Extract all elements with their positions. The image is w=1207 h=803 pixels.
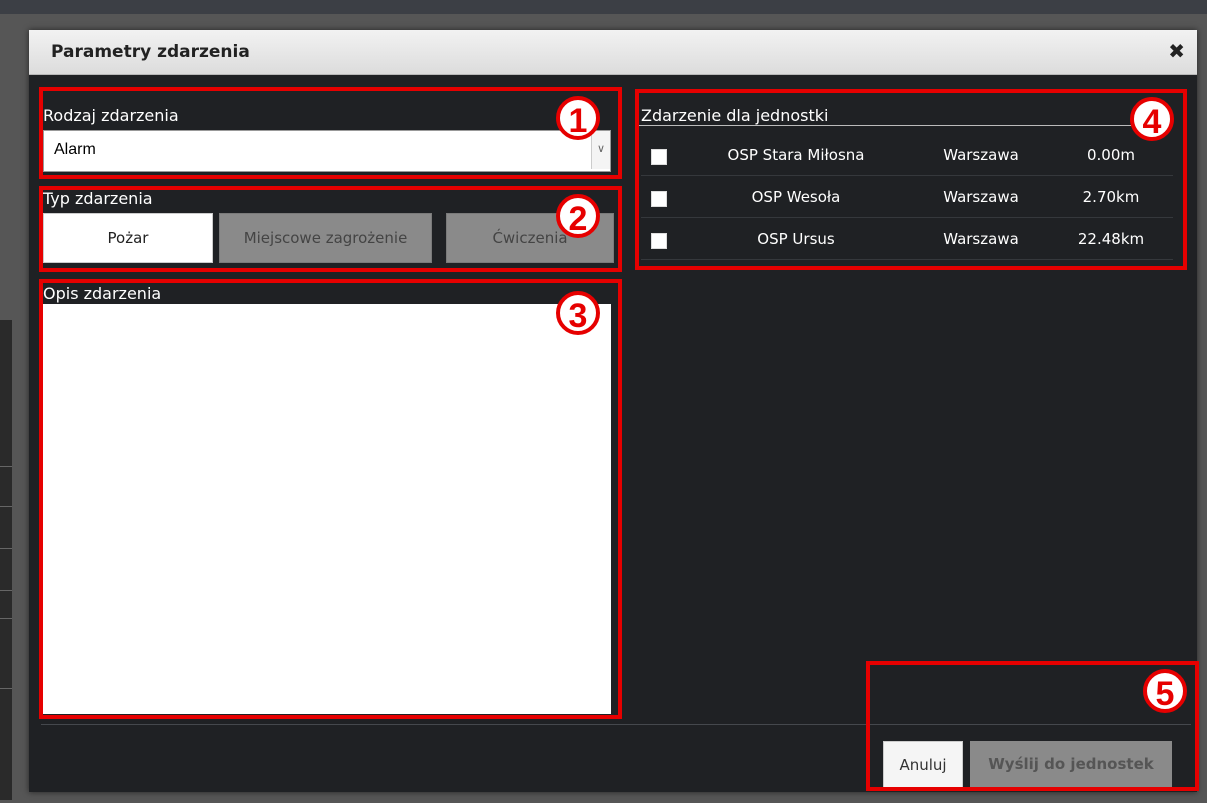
dialog-titlebar: Parametry zdarzenia ✖ [29, 30, 1197, 75]
close-icon[interactable]: ✖ [1168, 38, 1185, 64]
dialog-title: Parametry zdarzenia [51, 42, 250, 62]
annotation-box-3 [39, 279, 622, 719]
background-left-panel [0, 320, 12, 800]
annotation-box-4 [635, 89, 1187, 270]
annotation-badge-5: 5 [1143, 669, 1187, 713]
annotation-box-2 [39, 186, 622, 272]
annotation-box-1 [39, 87, 622, 179]
annotation-badge-4: 4 [1130, 97, 1174, 141]
background-top-bar [0, 0, 1207, 14]
annotation-badge-1: 1 [556, 96, 600, 140]
annotation-badge-3: 3 [556, 291, 600, 335]
annotation-badge-2: 2 [556, 194, 600, 238]
